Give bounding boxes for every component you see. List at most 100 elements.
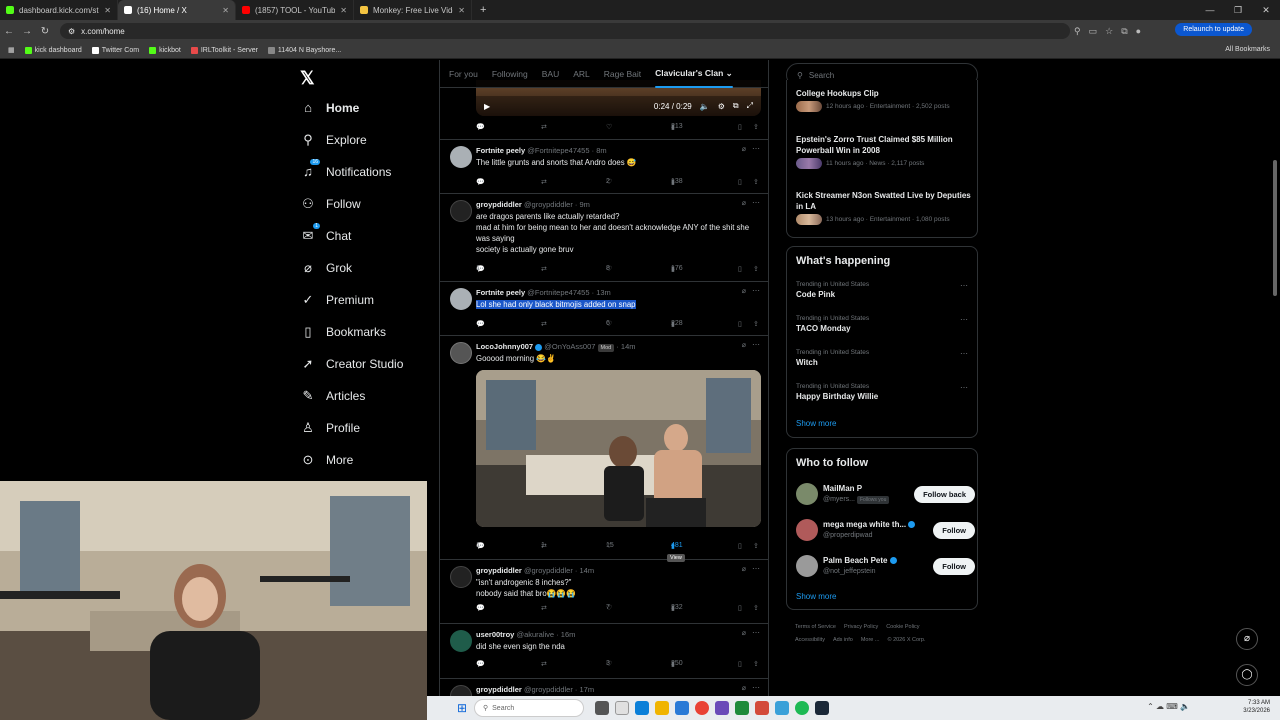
scrollbar[interactable]	[1273, 160, 1277, 296]
avatar[interactable]	[450, 342, 472, 364]
grok-icon[interactable]: ⌀	[742, 341, 746, 349]
like-icon[interactable]: ♡ 7	[606, 604, 612, 612]
app-icon[interactable]	[675, 701, 689, 715]
bookmark-icon[interactable]: ▯	[738, 604, 742, 612]
grok-fab-icon[interactable]: ⌀	[1236, 628, 1258, 650]
nav-more[interactable]: ⊙ More	[300, 452, 354, 468]
grok-icon[interactable]: ⌀	[742, 684, 746, 692]
cast-icon[interactable]: ▭	[1089, 26, 1098, 37]
new-tab-icon[interactable]: +	[472, 4, 494, 16]
notepad-icon[interactable]	[615, 701, 629, 715]
browser-tab-kick[interactable]: dashboard.kick.com/stream✕	[0, 0, 118, 20]
news-item[interactable]: Kick Streamer N3on Swatted Live by Deput…	[796, 190, 972, 225]
more-icon[interactable]: ⋯	[960, 383, 968, 392]
relaunch-button[interactable]: Relaunch to update	[1175, 23, 1252, 36]
views-icon[interactable]: ▮ 176	[671, 265, 683, 273]
share-icon[interactable]: ⇪	[753, 123, 759, 131]
grok-icon[interactable]: ⌀	[742, 565, 746, 573]
tab-bau[interactable]: BAU	[542, 69, 559, 79]
back-icon[interactable]: ←	[0, 26, 18, 37]
obs-icon[interactable]	[755, 701, 769, 715]
nav-profile[interactable]: ♙ Profile	[300, 420, 360, 436]
close-tab-icon[interactable]: ✕	[222, 6, 229, 15]
views-icon[interactable]: ▮ 228	[671, 320, 683, 328]
app-icon[interactable]	[775, 701, 789, 715]
browser-tab-youtube[interactable]: (1857) TOOL - YouTube ✕	[236, 0, 354, 20]
repost-icon[interactable]: ⇄	[541, 178, 547, 186]
profile-avatar-icon[interactable]: ●	[1136, 26, 1141, 36]
show-more-link[interactable]: Show more	[796, 419, 836, 428]
apps-icon[interactable]: ▦	[8, 46, 15, 54]
taskview-icon[interactable]	[595, 701, 609, 715]
follow-button[interactable]: Follow	[933, 522, 975, 539]
views-icon[interactable]: ▮ 213	[671, 123, 683, 131]
reply-icon[interactable]: 💬	[476, 320, 485, 328]
news-item[interactable]: Epstein's Zorro Trust Claimed $85 Millio…	[796, 134, 972, 169]
post[interactable]: groypdiddler @groypdiddler · 17m ⌀ ⋯	[440, 679, 768, 696]
bookmark-item[interactable]: 11404 N Bayshore...	[267, 46, 341, 54]
extensions-icon[interactable]: ⧉	[1121, 26, 1127, 37]
close-tab-icon[interactable]: ✕	[340, 6, 347, 15]
more-icon[interactable]: ⋯	[752, 144, 760, 153]
share-icon[interactable]: ⇪	[753, 660, 759, 668]
close-tab-icon[interactable]: ✕	[458, 6, 465, 15]
grok-icon[interactable]: ⌀	[742, 629, 746, 637]
trend-item[interactable]: Trending in United States Code Pink ⋯	[796, 281, 972, 299]
volume-icon[interactable]: 🔈	[700, 102, 710, 111]
post[interactable]: user00troy @akuralive · 16m ⌀ ⋯ did she e…	[440, 624, 768, 679]
settings-icon[interactable]: ⚙	[718, 102, 725, 111]
follow-button[interactable]: Follow	[933, 558, 975, 575]
post[interactable]: LocoJohnny007 @OnYoAss007 Mod · 14m ⌀ ⋯ G…	[440, 336, 768, 562]
share-icon[interactable]: ⇪	[753, 265, 759, 273]
reply-icon[interactable]: 💬	[476, 123, 485, 131]
bookmark-item[interactable]: kick dashboard	[24, 46, 82, 54]
reply-icon[interactable]: 💬	[476, 604, 485, 612]
views-icon[interactable]: ▮ 138	[671, 178, 683, 186]
more-icon[interactable]: ⋯	[752, 683, 760, 692]
post[interactable]: Fortnite peely @Fortnitepe47455 · 8m ⌀ ⋯ …	[440, 140, 768, 194]
more-icon[interactable]: ⋯	[752, 340, 760, 349]
system-tray-icons[interactable]: ⌃ ☁ ⌨ 🔈	[1147, 702, 1190, 711]
news-item[interactable]: College Hookups Clip 12 hours ago · Ente…	[796, 89, 972, 112]
avatar[interactable]	[450, 630, 472, 652]
nav-bookmarks[interactable]: ▯ Bookmarks	[300, 324, 386, 340]
more-icon[interactable]: ⋯	[960, 281, 968, 290]
nav-follow[interactable]: ⚇ Follow	[300, 196, 361, 212]
bookmark-icon[interactable]: ▯	[738, 660, 742, 668]
fullscreen-icon[interactable]: ⤢	[747, 101, 753, 111]
url-field[interactable]: ⚙ x.com/home	[60, 23, 1070, 39]
share-icon[interactable]: ⇪	[753, 604, 759, 612]
start-icon[interactable]: ⊞	[457, 701, 467, 715]
tab-arl[interactable]: ARL	[573, 69, 590, 79]
bookmark-icon[interactable]: ▯	[738, 178, 742, 186]
repost-icon[interactable]: ⇄	[541, 604, 547, 612]
chrome-icon[interactable]	[695, 701, 709, 715]
steam-icon[interactable]	[815, 701, 829, 715]
grok-icon[interactable]: ⌀	[742, 199, 746, 207]
bookmark-item[interactable]: Twitter Com	[91, 46, 139, 54]
star-icon[interactable]: ☆	[1105, 26, 1113, 37]
browser-tab-monkey[interactable]: Monkey: Free Live Video C✕	[354, 0, 472, 20]
nav-grok[interactable]: ⌀ Grok	[300, 260, 352, 276]
maximize-icon[interactable]: ❐	[1224, 0, 1252, 20]
reply-icon[interactable]: 💬	[476, 178, 485, 186]
edge-icon[interactable]	[635, 701, 649, 715]
all-bookmarks[interactable]: All Bookmarks	[1225, 46, 1270, 53]
repost-icon[interactable]: ⇄	[541, 320, 547, 328]
avatar[interactable]	[450, 566, 472, 588]
explorer-icon[interactable]	[655, 701, 669, 715]
messages-fab-icon[interactable]: ◯	[1236, 664, 1258, 686]
avatar[interactable]	[796, 519, 818, 541]
spreadsheet-icon[interactable]	[735, 701, 749, 715]
repost-icon[interactable]: ⇄	[541, 123, 547, 131]
bookmark-icon[interactable]: ▯	[738, 123, 742, 131]
clock[interactable]: 7:33 AM 3/23/2026	[1243, 699, 1270, 715]
bookmark-icon[interactable]: ▯	[738, 542, 742, 550]
grok-icon[interactable]: ⌀	[742, 145, 746, 153]
reply-icon[interactable]: 💬 1	[476, 265, 485, 273]
tab-clavicular-clan[interactable]: Clavicular's Clan ⌄	[655, 68, 733, 88]
post[interactable]: groypdiddler @groypdiddler · 9m ⌀ ⋯ are d…	[440, 194, 768, 282]
avatar[interactable]	[450, 685, 472, 696]
like-icon[interactable]: ♡ 3	[606, 660, 612, 668]
more-icon[interactable]: ⋯	[752, 564, 760, 573]
